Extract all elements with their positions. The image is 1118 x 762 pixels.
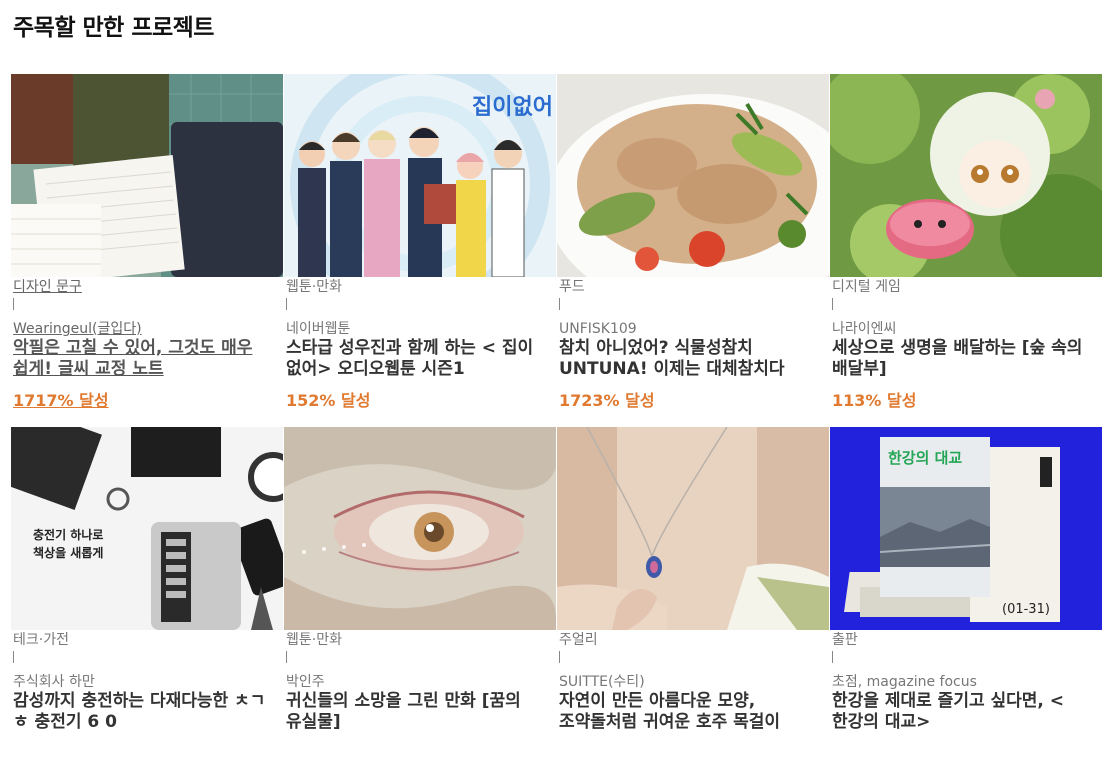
divider bbox=[13, 651, 14, 663]
project-title[interactable]: 한강을 제대로 즐기고 싶다면, <한강의 대교> bbox=[832, 691, 1094, 733]
project-thumbnail[interactable]: 집이없어 bbox=[284, 74, 556, 277]
image-caption: (01-31) bbox=[1002, 602, 1050, 617]
project-creator[interactable]: 박인주 bbox=[286, 673, 325, 691]
achievement-rate: 152% 달성 bbox=[286, 391, 371, 409]
project-creator[interactable]: UNFISK109 bbox=[559, 320, 637, 338]
project-category[interactable]: 주얼리 bbox=[559, 631, 598, 649]
achievement-rate: 1717% 달성 bbox=[13, 391, 109, 409]
project-thumbnail[interactable] bbox=[284, 427, 556, 630]
project-title[interactable]: 악필은 고칠 수 있어, 그것도 매우 쉽게! 글씨 교정 노트 bbox=[13, 338, 275, 380]
project-card[interactable]: 푸드 UNFISK109 참치 아니었어? 식물성참치 UNTUNA! 이제는 … bbox=[557, 74, 829, 409]
divider bbox=[286, 651, 287, 663]
project-title[interactable]: 감성까지 충전하는 다재다능한 ㅊㄱ ㅎ 충전기 6 0 bbox=[13, 691, 275, 733]
project-category[interactable]: 푸드 bbox=[559, 278, 585, 296]
project-creator[interactable]: 주식회사 하만 bbox=[13, 673, 95, 691]
project-category[interactable]: 디지털 게임 bbox=[832, 278, 901, 296]
project-card[interactable]: 디자인 문구 Wearingeul(글입다) 악필은 고칠 수 있어, 그것도 … bbox=[11, 74, 283, 409]
project-title[interactable]: 귀신들의 소망을 그린 만화 [꿈의 유실물] bbox=[286, 691, 548, 733]
achievement-rate: 113% 달성 bbox=[832, 391, 917, 409]
project-title[interactable]: 스타급 성우진과 함께 하는 < 집이 없어> 오디오웹툰 시즌1 bbox=[286, 338, 548, 380]
project-category[interactable]: 테크·가전 bbox=[13, 631, 69, 649]
image-caption: 한강의 대교 bbox=[888, 449, 962, 467]
divider bbox=[832, 298, 833, 310]
image-caption: 책상을 새롭게 bbox=[33, 545, 103, 560]
divider bbox=[559, 298, 560, 310]
project-creator[interactable]: 초점, magazine focus bbox=[832, 673, 977, 691]
project-card[interactable]: 집이없어 웹툰·만화 네이버웹툰 스타급 성우진과 함께 하는 < 집이 없어>… bbox=[284, 74, 556, 409]
project-category[interactable]: 출판 bbox=[832, 631, 858, 649]
project-card[interactable]: 충전기 하나로 책상을 새롭게 테크·가전 주식회사 하만 감성까지 충전하는 … bbox=[11, 427, 283, 762]
divider bbox=[13, 298, 14, 310]
project-thumbnail[interactable] bbox=[557, 427, 829, 630]
divider bbox=[286, 298, 287, 310]
divider bbox=[832, 651, 833, 663]
project-thumbnail[interactable] bbox=[830, 74, 1102, 277]
project-card[interactable]: 웹툰·만화 박인주 귀신들의 소망을 그린 만화 [꿈의 유실물] bbox=[284, 427, 556, 762]
project-card[interactable]: 한강의 대교 (01-31) 출판 초점, magazine focus 한강을… bbox=[830, 427, 1102, 762]
achievement-rate: 1723% 달성 bbox=[559, 391, 655, 409]
image-caption: 충전기 하나로 bbox=[33, 527, 103, 542]
project-category[interactable]: 웹툰·만화 bbox=[286, 278, 342, 296]
project-title[interactable]: 세상으로 생명을 배달하는 [숲 속의 배달부] bbox=[832, 338, 1094, 380]
project-category[interactable]: 디자인 문구 bbox=[13, 278, 82, 296]
project-creator[interactable]: 나라이엔씨 bbox=[832, 320, 896, 338]
project-thumbnail[interactable] bbox=[557, 74, 829, 277]
project-card[interactable]: 디지털 게임 나라이엔씨 세상으로 생명을 배달하는 [숲 속의 배달부] 11… bbox=[830, 74, 1102, 409]
project-thumbnail[interactable] bbox=[11, 74, 283, 277]
project-card[interactable]: 주얼리 SUITTE(수티) 자연이 만든 아름다운 모양, 조약돌처럼 귀여운… bbox=[557, 427, 829, 762]
divider bbox=[559, 651, 560, 663]
project-category[interactable]: 웹툰·만화 bbox=[286, 631, 342, 649]
page-title: 주목할 만한 프로젝트 bbox=[13, 15, 214, 41]
svg-text:집이없어: 집이없어 bbox=[472, 95, 553, 120]
project-creator[interactable]: 네이버웹툰 bbox=[286, 320, 350, 338]
project-creator[interactable]: Wearingeul(글입다) bbox=[13, 320, 142, 338]
project-thumbnail[interactable]: 충전기 하나로 책상을 새롭게 bbox=[11, 427, 283, 630]
project-title[interactable]: 참치 아니었어? 식물성참치 UNTUNA! 이제는 대체참치다 bbox=[559, 338, 821, 380]
project-title[interactable]: 자연이 만든 아름다운 모양, 조약돌처럼 귀여운 호주 목걸이 bbox=[559, 691, 821, 733]
project-thumbnail[interactable]: 한강의 대교 (01-31) bbox=[830, 427, 1102, 630]
project-creator[interactable]: SUITTE(수티) bbox=[559, 673, 645, 691]
